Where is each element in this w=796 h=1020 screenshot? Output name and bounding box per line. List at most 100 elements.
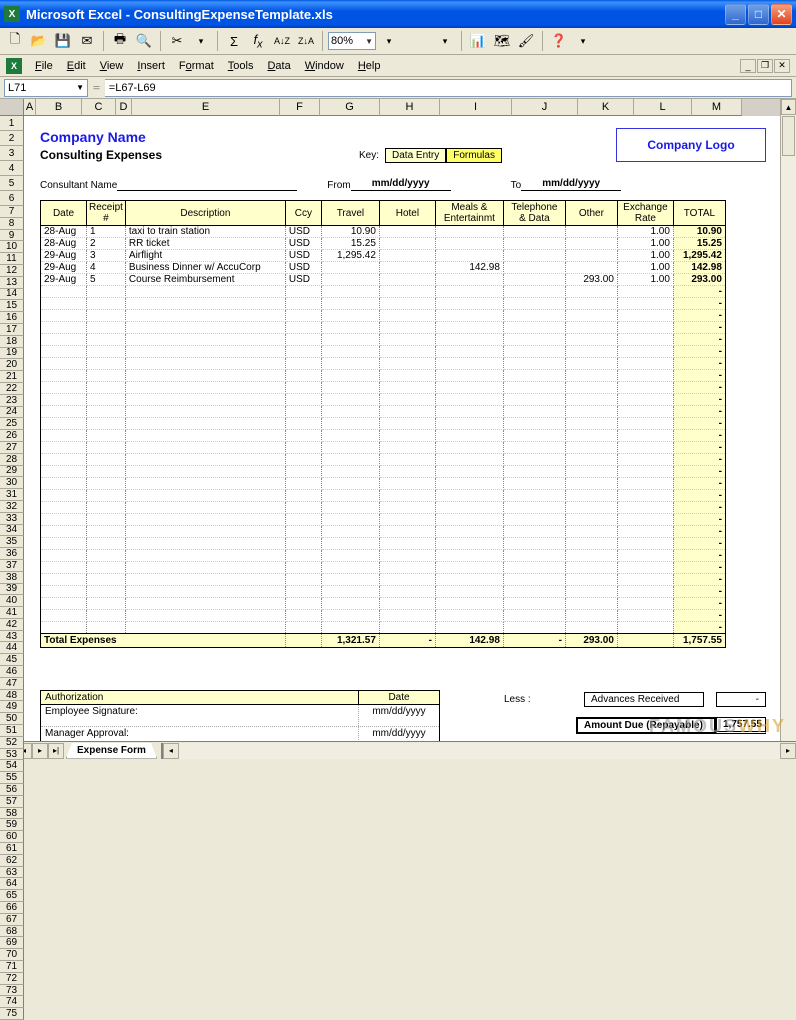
row-header-13[interactable]: 13 <box>0 277 24 289</box>
row-header-48[interactable]: 48 <box>0 690 24 702</box>
row-header-61[interactable]: 61 <box>0 843 24 855</box>
col-header-F[interactable]: F <box>280 99 320 116</box>
row-header-35[interactable]: 35 <box>0 536 24 548</box>
cell[interactable]: Course Reimbursement <box>125 274 285 286</box>
cell[interactable] <box>503 334 565 346</box>
window-maximize-button[interactable]: □ <box>748 4 769 25</box>
cell[interactable] <box>41 526 87 538</box>
col-header-I[interactable]: I <box>440 99 512 116</box>
cell[interactable] <box>321 586 379 598</box>
cell[interactable] <box>379 346 435 358</box>
cell[interactable] <box>617 502 673 514</box>
cell[interactable] <box>379 442 435 454</box>
cell[interactable]: - <box>673 466 725 478</box>
cell[interactable] <box>503 430 565 442</box>
cell[interactable] <box>41 382 87 394</box>
cell[interactable] <box>565 490 617 502</box>
cell[interactable] <box>565 430 617 442</box>
cell[interactable] <box>125 370 285 382</box>
menu-format[interactable]: Format <box>172 58 221 74</box>
cell[interactable]: USD <box>285 274 321 286</box>
cell[interactable] <box>435 310 503 322</box>
cell[interactable] <box>41 586 87 598</box>
cell[interactable] <box>503 370 565 382</box>
function-icon[interactable]: fx <box>247 30 269 52</box>
cell[interactable] <box>503 226 565 238</box>
cell[interactable] <box>285 514 321 526</box>
cell[interactable]: USD <box>285 238 321 250</box>
save-icon[interactable]: 💾 <box>52 30 74 52</box>
cell[interactable] <box>565 478 617 490</box>
row-header-58[interactable]: 58 <box>0 808 24 820</box>
cell[interactable] <box>379 382 435 394</box>
cell[interactable] <box>503 550 565 562</box>
cell[interactable] <box>503 490 565 502</box>
menu-view[interactable]: View <box>93 58 131 74</box>
cell[interactable]: 1.00 <box>617 274 673 286</box>
cell[interactable] <box>41 502 87 514</box>
menu-tools[interactable]: Tools <box>221 58 261 74</box>
cell[interactable] <box>125 490 285 502</box>
cell[interactable] <box>503 514 565 526</box>
cell[interactable] <box>125 298 285 310</box>
cell[interactable] <box>379 238 435 250</box>
cell[interactable]: 3 <box>87 250 126 262</box>
cell[interactable] <box>41 286 87 298</box>
cell[interactable] <box>617 514 673 526</box>
cell[interactable]: - <box>673 622 725 634</box>
cell[interactable] <box>435 538 503 550</box>
cell[interactable] <box>435 358 503 370</box>
cell[interactable]: 293.00 <box>673 274 725 286</box>
cell[interactable]: 10.90 <box>673 226 725 238</box>
cell[interactable] <box>41 610 87 622</box>
mail-icon[interactable]: ✉ <box>76 30 98 52</box>
cell[interactable]: 29-Aug <box>41 262 87 274</box>
expense-table[interactable]: DateReceipt#DescriptionCcyTravelHotelMea… <box>40 200 726 648</box>
cell[interactable] <box>435 514 503 526</box>
workbook-minimize-button[interactable]: _ <box>740 59 756 73</box>
tab-next-icon[interactable]: ▸ <box>32 743 48 759</box>
cell[interactable] <box>125 478 285 490</box>
from-date-field[interactable]: mm/dd/yyyy <box>351 178 451 191</box>
cell[interactable]: - <box>673 322 725 334</box>
cell[interactable] <box>503 298 565 310</box>
row-header-10[interactable]: 10 <box>0 241 24 253</box>
cell[interactable] <box>87 622 126 634</box>
cell[interactable] <box>435 562 503 574</box>
cell[interactable]: 142.98 <box>435 262 503 274</box>
cell[interactable] <box>565 286 617 298</box>
new-icon[interactable]: 🗋 <box>4 30 26 52</box>
row-header-44[interactable]: 44 <box>0 642 24 654</box>
cell[interactable] <box>321 490 379 502</box>
cell[interactable] <box>435 226 503 238</box>
cell[interactable] <box>379 514 435 526</box>
cell[interactable]: - <box>673 490 725 502</box>
hscroll-left-icon[interactable]: ◂ <box>163 743 179 759</box>
cell[interactable] <box>321 418 379 430</box>
cell[interactable] <box>435 574 503 586</box>
cell[interactable] <box>125 622 285 634</box>
cell[interactable] <box>435 502 503 514</box>
row-header-54[interactable]: 54 <box>0 760 24 772</box>
cell[interactable] <box>565 310 617 322</box>
cell[interactable] <box>565 394 617 406</box>
cell[interactable] <box>503 442 565 454</box>
row-header-32[interactable]: 32 <box>0 501 24 513</box>
cell[interactable] <box>285 310 321 322</box>
cell[interactable] <box>565 262 617 274</box>
col-header-M[interactable]: M <box>692 99 742 116</box>
cell[interactable] <box>379 334 435 346</box>
cell[interactable] <box>617 298 673 310</box>
cell[interactable]: USD <box>285 250 321 262</box>
cell[interactable] <box>565 538 617 550</box>
cell[interactable] <box>285 610 321 622</box>
row-header-18[interactable]: 18 <box>0 336 24 348</box>
cell[interactable] <box>435 598 503 610</box>
cell[interactable] <box>379 358 435 370</box>
cell[interactable]: - <box>673 598 725 610</box>
row-header-28[interactable]: 28 <box>0 454 24 466</box>
col-header-D[interactable]: D <box>116 99 132 116</box>
row-header-2[interactable]: 2 <box>0 131 24 146</box>
cell[interactable] <box>503 526 565 538</box>
cell[interactable] <box>435 334 503 346</box>
